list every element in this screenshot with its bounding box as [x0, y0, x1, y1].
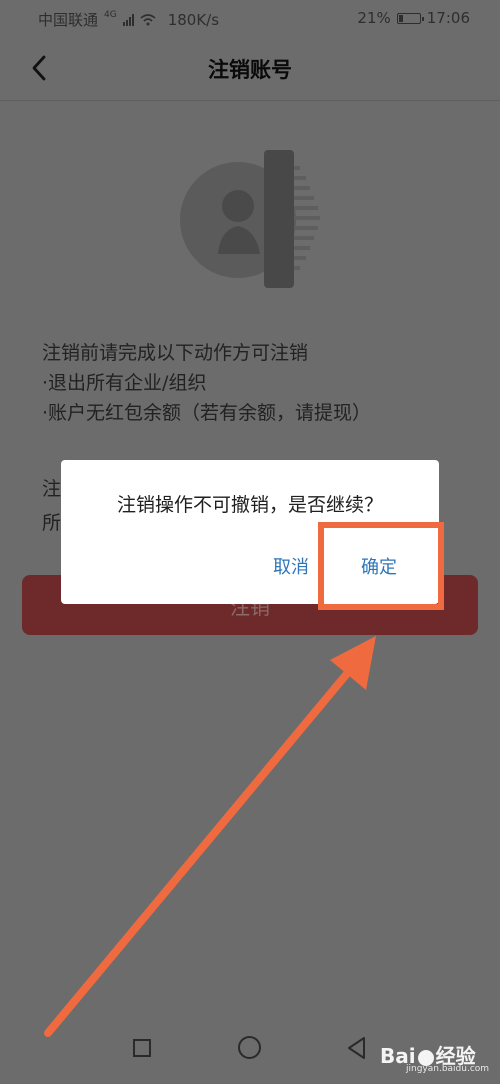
square-icon[interactable] [133, 1039, 151, 1057]
app-header: 注销账号 [0, 36, 500, 101]
partial-text: 所 [42, 512, 62, 534]
highlight-box [318, 522, 444, 610]
instructions-heading: 注销前请完成以下动作方可注销 [42, 342, 309, 364]
signal-icon [122, 13, 134, 26]
battery-icon [396, 12, 424, 24]
baidu-watermark: Bai 经验 jingyan.baidu.com [380, 1040, 489, 1074]
instruction-item: ·退出所有企业/组织 [42, 372, 207, 394]
screen: 中国联通 4G 180K/s 21% 17:06 注销账号 注销前请完成以下动作… [0, 0, 500, 1084]
user-shredder-icon [180, 150, 320, 288]
instruction-item: ·账户无红包余额（若有余额，请提现） [42, 402, 372, 424]
dialog-message: 注销操作不可撤销，是否继续？ [116, 494, 383, 516]
status-bar: 中国联通 4G 180K/s 21% 17:06 [0, 0, 500, 36]
network-type: 4G [104, 9, 117, 20]
cancel-button[interactable]: 取消 [261, 553, 321, 579]
clock: 17:06 [426, 9, 470, 27]
partial-text: 注 [42, 478, 62, 500]
watermark-url: jingyan.baidu.com [406, 1064, 490, 1074]
instructions: 注销前请完成以下动作方可注销 ·退出所有企业/组织 ·账户无红包余额（若有余额，… [42, 338, 371, 428]
page-title: 注销账号 [208, 58, 292, 82]
carrier-label: 中国联通 [38, 11, 99, 29]
network-speed: 180K/s [167, 10, 220, 29]
circle-icon[interactable] [238, 1036, 261, 1059]
triangle-back-icon[interactable] [345, 1035, 367, 1061]
battery-percent: 21% [357, 9, 391, 27]
wifi-icon [140, 13, 156, 25]
